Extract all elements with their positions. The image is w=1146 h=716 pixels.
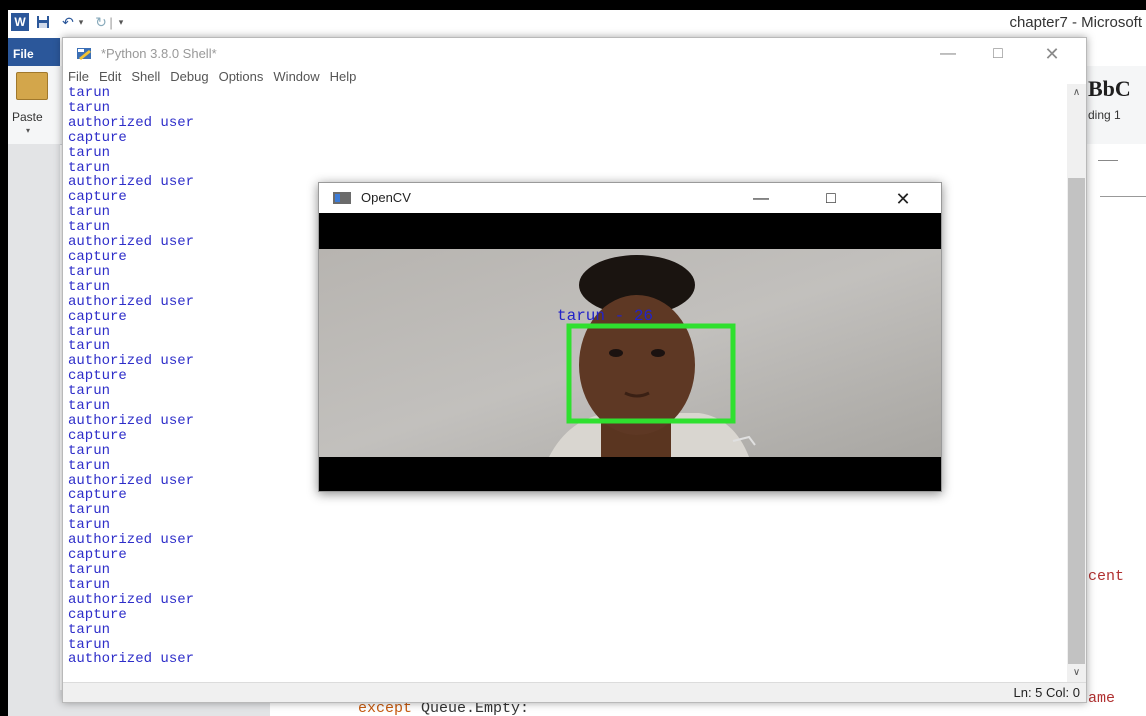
output-line: authorized user	[68, 651, 195, 668]
opencv-titlebar[interactable]: OpenCV — □ ✕	[319, 183, 941, 213]
document-text-fragment: ame	[1088, 690, 1116, 707]
qat-separator: |	[109, 14, 113, 30]
undo-icon[interactable]: ↶	[60, 13, 76, 31]
output-line: capture	[68, 129, 127, 146]
camera-frame: tarun - 26	[319, 213, 941, 491]
paste-dropdown-icon[interactable]: ▾	[26, 126, 30, 135]
output-line: authorized user	[68, 591, 195, 608]
menu-help[interactable]: Help	[330, 68, 357, 86]
cursor-position: Ln: 5 Col: 0	[1013, 685, 1081, 700]
maximize-icon[interactable]: □	[811, 187, 851, 211]
opencv-window: OpenCV — □ ✕ tarun - 26	[318, 182, 942, 492]
quick-access-toolbar: W ↶ ▾ ↻ | ▾ chapter7 - Microsoft	[8, 10, 1146, 34]
output-line: authorized user	[68, 532, 195, 549]
document-text-fragment: cent	[1088, 568, 1125, 585]
detection-label: tarun - 26	[557, 307, 653, 325]
maximize-icon[interactable]: □	[978, 42, 1018, 66]
output-line: tarun	[68, 576, 111, 593]
scroll-up-icon[interactable]: ∧	[1067, 84, 1086, 102]
menu-file[interactable]: File	[68, 68, 89, 86]
output-line: capture	[68, 547, 127, 564]
word-logo-icon: W	[11, 13, 29, 31]
output-line: tarun	[68, 502, 111, 519]
style-gallery-name[interactable]: ding 1	[1088, 108, 1121, 122]
opencv-window-icon	[333, 192, 351, 204]
undo-dropdown-icon[interactable]: ▾	[77, 13, 85, 31]
output-line: capture	[68, 606, 127, 623]
menu-window[interactable]: Window	[273, 68, 319, 86]
minimize-icon[interactable]: —	[741, 187, 781, 211]
opencv-title: OpenCV	[361, 190, 411, 205]
document-left-margin	[8, 144, 60, 716]
python-idle-icon	[77, 48, 91, 60]
scroll-down-icon[interactable]: ∨	[1067, 664, 1086, 682]
menu-debug[interactable]: Debug	[170, 68, 208, 86]
output-line: tarun	[68, 562, 111, 578]
document-rule-line	[1100, 196, 1146, 197]
file-tab[interactable]: File	[8, 38, 60, 66]
style-gallery-sample[interactable]: BbC	[1088, 76, 1131, 102]
shell-statusbar: Ln: 5 Col: 0	[63, 682, 1086, 702]
customize-qat-icon[interactable]: ▾	[116, 13, 126, 31]
output-line: tarun	[68, 86, 111, 101]
close-icon[interactable]: ✕	[883, 187, 923, 211]
output-line: tarun	[68, 144, 111, 161]
word-window-title: chapter7 - Microsoft	[1009, 14, 1142, 31]
close-icon[interactable]: ✕	[1032, 42, 1072, 66]
output-line: tarun	[68, 99, 111, 116]
redo-icon[interactable]: ↻	[94, 13, 108, 31]
document-page[interactable]	[1080, 144, 1146, 716]
paste-button-label[interactable]: Paste	[12, 110, 43, 124]
menu-shell[interactable]: Shell	[131, 68, 160, 86]
minimize-icon[interactable]: —	[928, 42, 968, 66]
output-line: tarun	[68, 636, 111, 653]
shell-menubar: File Edit Shell Debug Options Window Help	[63, 68, 1086, 86]
paste-icon[interactable]	[16, 72, 48, 100]
menu-edit[interactable]: Edit	[99, 68, 121, 86]
ruler-mark	[1098, 160, 1118, 161]
shell-title: *Python 3.8.0 Shell*	[101, 46, 217, 61]
output-line: tarun	[68, 159, 111, 176]
save-icon[interactable]	[35, 13, 51, 31]
output-line: tarun	[68, 621, 111, 638]
output-line: authorized user	[68, 114, 195, 131]
output-line: tarun	[68, 517, 111, 534]
shell-titlebar[interactable]: *Python 3.8.0 Shell* — □ ✕	[63, 38, 1086, 70]
camera-image: tarun - 26	[319, 213, 941, 491]
menu-options[interactable]: Options	[219, 68, 264, 86]
scrollbar-thumb[interactable]	[1068, 178, 1085, 664]
